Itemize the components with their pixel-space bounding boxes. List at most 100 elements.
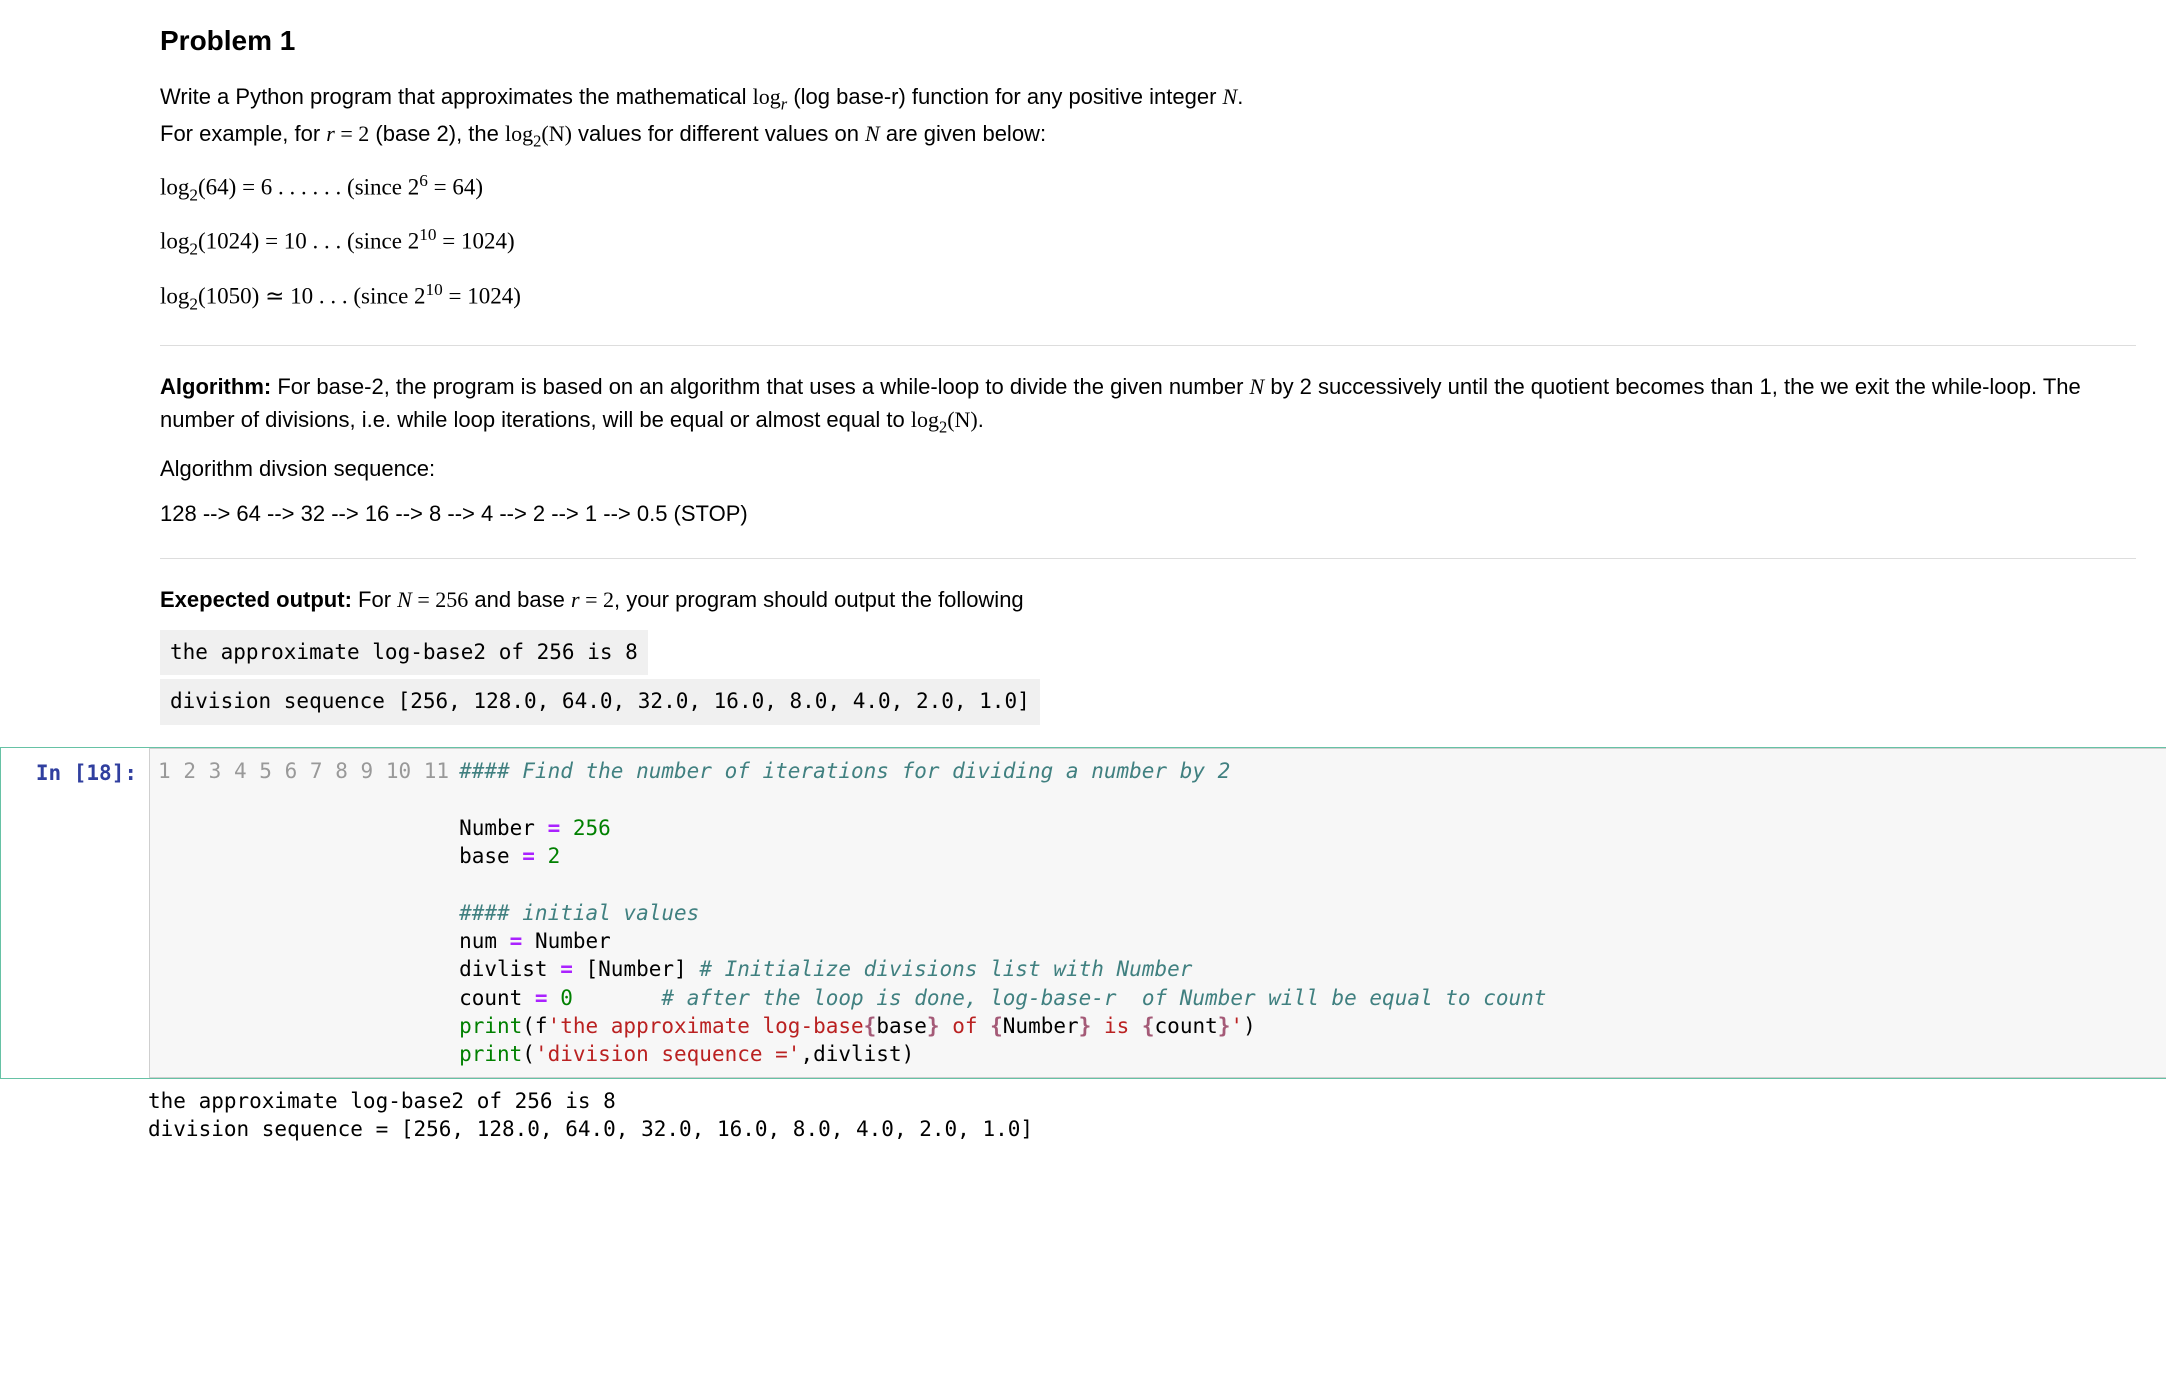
code-l11str: 'division sequence =' [535, 1042, 801, 1066]
example-3: log2(1050) ≃ 10 . . . (since 210 = 1024) [160, 277, 2136, 317]
examples-block: log2(64) = 6 . . . . . . (since 26 = 64)… [160, 168, 2136, 316]
code-l10i2a: { [990, 1014, 1003, 1038]
code-l10s4: ' [1230, 1014, 1243, 1038]
expected-text1: For [352, 587, 397, 612]
code-l7op: = [510, 929, 523, 953]
algorithm-label: Algorithm: [160, 374, 271, 399]
code-l10i2c: } [1079, 1014, 1092, 1038]
code-l11a: ( [522, 1042, 535, 1066]
code-l9pad [573, 986, 662, 1010]
out-line2: division sequence = [256, 128.0, 64.0, 3… [148, 1117, 1033, 1141]
intro2-eq: = 2 [335, 121, 369, 146]
intro2-paren: (N) [541, 121, 572, 146]
ex3-sub: 2 [189, 294, 198, 313]
code-l7a: num [459, 929, 510, 953]
ex1-body: (64) = 6 . . . . . . (since 2 [198, 175, 419, 200]
ex2-tail: = 1024) [436, 229, 514, 254]
intro-paragraph: Write a Python program that approximates… [160, 80, 2136, 154]
notebook-container: Problem 1 Write a Python program that ap… [0, 0, 2166, 1143]
code-l11b: ,divlist) [800, 1042, 914, 1066]
code-cell[interactable]: In [18]: 1 2 3 4 5 6 7 8 9 10 11 #### Fi… [0, 747, 2166, 1079]
algorithm-sequence: 128 --> 64 --> 32 --> 16 --> 8 --> 4 -->… [160, 497, 2136, 530]
code-l10i1c: } [927, 1014, 940, 1038]
input-prompt: In [18]: [1, 748, 149, 1078]
code-l10s3: is [1091, 1014, 1142, 1038]
divider-2 [160, 558, 2136, 559]
expected-paragraph: Exepected output: For N = 256 and base r… [160, 583, 2136, 616]
intro2-r: r [326, 121, 335, 146]
ex3-tail: = 1024) [443, 283, 521, 308]
algorithm-log: log [911, 407, 939, 432]
expected-out-1: the approximate log-base2 of 256 is 8 [160, 630, 648, 676]
code-l3a: Number [459, 816, 548, 840]
code-l1: #### Find the number of iterations for d… [459, 759, 1230, 783]
code-editor[interactable]: 1 2 3 4 5 6 7 8 9 10 11 #### Find the nu… [149, 748, 2166, 1078]
code-l9a: count [459, 986, 535, 1010]
code-lines[interactable]: #### Find the number of iterations for d… [459, 757, 2166, 1069]
ex1-log: log [160, 175, 189, 200]
ex3-body: (1050) ≃ 10 . . . (since 2 [198, 283, 426, 308]
intro-text2: (log base-r) function for any positive i… [787, 84, 1222, 109]
code-l10i1b: base [876, 1014, 927, 1038]
code-l8c: # Initialize divisions list with Number [699, 957, 1192, 981]
code-l10a: (f [522, 1014, 547, 1038]
intro2-text3: values for different values on [572, 121, 865, 146]
expected-eq2: = 2 [580, 587, 614, 612]
code-l11print: print [459, 1042, 522, 1066]
code-l10b: ) [1243, 1014, 1256, 1038]
algorithm-text1: For base-2, the program is based on an a… [271, 374, 1249, 399]
problem-heading: Problem 1 [160, 20, 2136, 62]
code-l7b: Number [522, 929, 611, 953]
expected-eq1: = 256 [412, 587, 468, 612]
output-prompt-spacer [0, 1087, 148, 1144]
expected-text3: , your program should output the followi… [614, 587, 1024, 612]
algorithm-log-sub: 2 [939, 417, 947, 436]
intro2-text4: are given below: [880, 121, 1046, 146]
intro-period: . [1237, 84, 1243, 109]
algorithm-N: N [1250, 374, 1265, 399]
intro-log: log [753, 84, 781, 109]
code-l9b [548, 986, 561, 1010]
intro2-text: For example, for [160, 121, 326, 146]
algorithm-log-paren: (N) [947, 407, 978, 432]
code-l6: #### initial values [459, 901, 699, 925]
expected-N: N [397, 587, 412, 612]
intro2-log: log [505, 121, 533, 146]
code-l10print: print [459, 1014, 522, 1038]
ex3-log: log [160, 283, 189, 308]
code-l8a: divlist [459, 957, 560, 981]
expected-out-2: division sequence [256, 128.0, 64.0, 32.… [160, 679, 1040, 725]
divider-1 [160, 345, 2136, 346]
ex2-body: (1024) = 10 . . . (since 2 [198, 229, 419, 254]
intro-text: Write a Python program that approximates… [160, 84, 753, 109]
intro-N: N [1223, 84, 1238, 109]
expected-label: Exepected output: [160, 587, 352, 612]
code-l10i3a: { [1142, 1014, 1155, 1038]
ex1-tail: = 64) [428, 175, 483, 200]
code-l3op: = [548, 816, 561, 840]
intro2-N2: N [865, 121, 880, 146]
algorithm-paragraph: Algorithm: For base-2, the program is ba… [160, 370, 2136, 440]
ex2-sup: 10 [419, 225, 436, 244]
code-l10i3b: count [1155, 1014, 1218, 1038]
code-l4op: = [522, 844, 535, 868]
code-l4b [535, 844, 548, 868]
expected-text2: and base [468, 587, 571, 612]
algorithm-period: . [978, 407, 984, 432]
code-l3num: 256 [573, 816, 611, 840]
algorithm-seq-label: Algorithm divsion sequence: [160, 452, 2136, 485]
line-numbers: 1 2 3 4 5 6 7 8 9 10 11 [150, 757, 459, 1069]
code-l8b: [Number] [573, 957, 699, 981]
expected-r: r [571, 587, 580, 612]
expected-output-block: the approximate log-base2 of 256 is 8 di… [160, 628, 2136, 727]
ex2-sub: 2 [189, 240, 198, 259]
code-l10s1: 'the approximate log-base [548, 1014, 864, 1038]
example-1: log2(64) = 6 . . . . . . (since 26 = 64) [160, 168, 2136, 208]
code-l10i2b: Number [1003, 1014, 1079, 1038]
output-area: the approximate log-base2 of 256 is 8 di… [0, 1079, 2166, 1144]
output-text: the approximate log-base2 of 256 is 8 di… [148, 1087, 2166, 1144]
markdown-cell: Problem 1 Write a Python program that ap… [0, 0, 2166, 747]
code-l10s2: of [940, 1014, 991, 1038]
code-l4num: 2 [548, 844, 561, 868]
ex2-log: log [160, 229, 189, 254]
